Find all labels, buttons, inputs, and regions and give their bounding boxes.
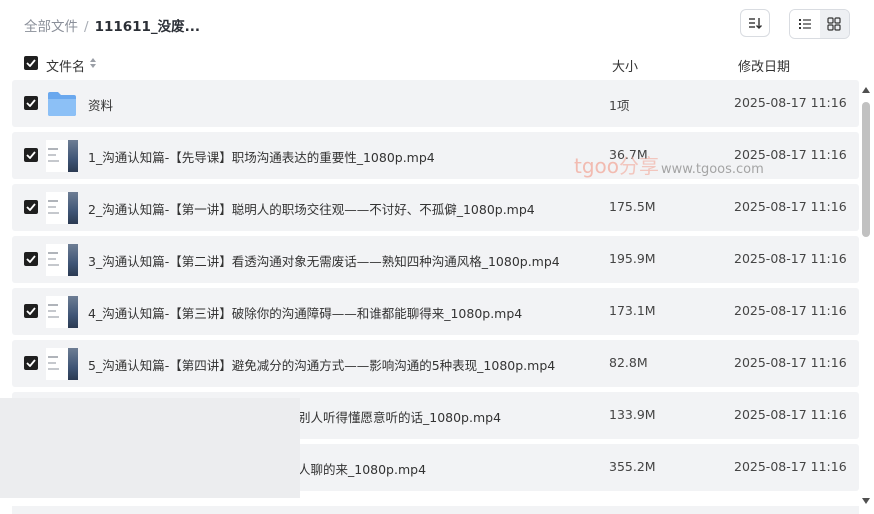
view-toggle	[789, 9, 850, 39]
scroll-down-arrow-icon[interactable]	[862, 498, 870, 504]
row-checkbox[interactable]	[24, 252, 38, 266]
file-name[interactable]: 5_沟通认知篇-【第四讲】避免减分的沟通方式——影响沟通的5种表现_1080p.…	[88, 355, 555, 374]
file-name[interactable]: 4_沟通认知篇-【第三讲】破除你的沟通障碍——和谁都能聊得来_1080p.mp4	[88, 303, 522, 322]
check-icon	[26, 255, 36, 263]
video-thumbnail	[46, 296, 78, 328]
video-thumbnail	[46, 192, 78, 224]
column-size-header[interactable]: 大小	[612, 56, 638, 75]
breadcrumb-current: 111611_没废...	[94, 19, 201, 35]
row-checkbox[interactable]	[24, 304, 38, 318]
file-date: 2025-08-17 11:16	[734, 199, 847, 214]
file-row-partial	[12, 506, 859, 514]
video-thumbnail	[46, 140, 78, 172]
grid-view-icon	[827, 17, 841, 31]
file-size: 195.9M	[609, 251, 656, 266]
breadcrumb: 全部文件 / 111611_没废...	[24, 15, 200, 35]
file-name[interactable]: 资料	[88, 95, 113, 114]
scrollbar-thumb[interactable]	[862, 102, 870, 237]
row-checkbox[interactable]	[24, 96, 38, 110]
obscured-region	[0, 398, 300, 498]
grid-view-button[interactable]	[819, 10, 849, 38]
breadcrumb-root[interactable]: 全部文件	[24, 19, 78, 35]
file-row[interactable]: 2_沟通认知篇-【第一讲】聪明人的职场交往观——不讨好、不孤僻_1080p.mp…	[12, 184, 859, 231]
file-size: 355.2M	[609, 459, 656, 474]
row-checkbox[interactable]	[24, 148, 38, 162]
file-size: 173.1M	[609, 303, 656, 318]
video-thumbnail	[46, 244, 78, 276]
file-name[interactable]: 3_沟通认知篇-【第二讲】看透沟通对象无需废话——熟知四种沟通风格_1080p.…	[88, 251, 560, 270]
file-name[interactable]: 2_沟通认知篇-【第一讲】聪明人的职场交往观——不讨好、不孤僻_1080p.mp…	[88, 199, 535, 218]
file-date: 2025-08-17 11:16	[734, 459, 847, 474]
scroll-up-arrow-icon[interactable]	[862, 87, 870, 93]
file-date: 2025-08-17 11:16	[734, 251, 847, 266]
sort-button[interactable]	[740, 9, 770, 37]
check-icon	[26, 59, 36, 67]
file-row[interactable]: 1_沟通认知篇-【先导课】职场沟通表达的重要性_1080p.mp4 36.7M …	[12, 132, 859, 179]
sort-icon	[749, 18, 762, 29]
file-row[interactable]: 3_沟通认知篇-【第二讲】看透沟通对象无需废话——熟知四种沟通风格_1080p.…	[12, 236, 859, 283]
check-icon	[26, 99, 36, 107]
file-name[interactable]: 1_沟通认知篇-【先导课】职场沟通表达的重要性_1080p.mp4	[88, 147, 435, 166]
sort-indicator-icon[interactable]	[89, 56, 97, 70]
file-size: 175.5M	[609, 199, 656, 214]
row-checkbox[interactable]	[24, 200, 38, 214]
file-size: 133.9M	[609, 407, 656, 422]
file-row-folder[interactable]: 资料 1项 2025-08-17 11:16	[12, 80, 859, 127]
list-view-icon	[798, 19, 811, 29]
file-date: 2025-08-17 11:16	[734, 147, 847, 162]
check-icon	[26, 359, 36, 367]
file-name[interactable]: 别人听得懂愿意听的话_1080p.mp4	[298, 407, 501, 426]
file-size: 1项	[609, 98, 630, 113]
check-icon	[26, 307, 36, 315]
file-row[interactable]: 5_沟通认知篇-【第四讲】避免减分的沟通方式——影响沟通的5种表现_1080p.…	[12, 340, 859, 387]
file-date: 2025-08-17 11:16	[734, 95, 847, 110]
column-name-header[interactable]: 文件名	[46, 56, 85, 75]
folder-icon	[48, 92, 76, 116]
file-size: 82.8M	[609, 355, 648, 370]
row-checkbox[interactable]	[24, 356, 38, 370]
file-date: 2025-08-17 11:16	[734, 407, 847, 422]
column-date-header[interactable]: 修改日期	[738, 56, 790, 75]
file-date: 2025-08-17 11:16	[734, 303, 847, 318]
breadcrumb-separator: /	[84, 19, 89, 35]
file-row[interactable]: 4_沟通认知篇-【第三讲】破除你的沟通障碍——和谁都能聊得来_1080p.mp4…	[12, 288, 859, 335]
video-thumbnail	[46, 348, 78, 380]
top-bar: 全部文件 / 111611_没废...	[0, 0, 874, 50]
column-header: 文件名 大小 修改日期	[0, 50, 874, 78]
check-icon	[26, 203, 36, 211]
select-all-checkbox[interactable]	[24, 56, 38, 70]
file-name[interactable]: 人聊的来_1080p.mp4	[298, 459, 426, 478]
check-icon	[26, 151, 36, 159]
file-size: 36.7M	[609, 147, 648, 162]
file-date: 2025-08-17 11:16	[734, 355, 847, 370]
list-view-button[interactable]	[790, 10, 820, 38]
